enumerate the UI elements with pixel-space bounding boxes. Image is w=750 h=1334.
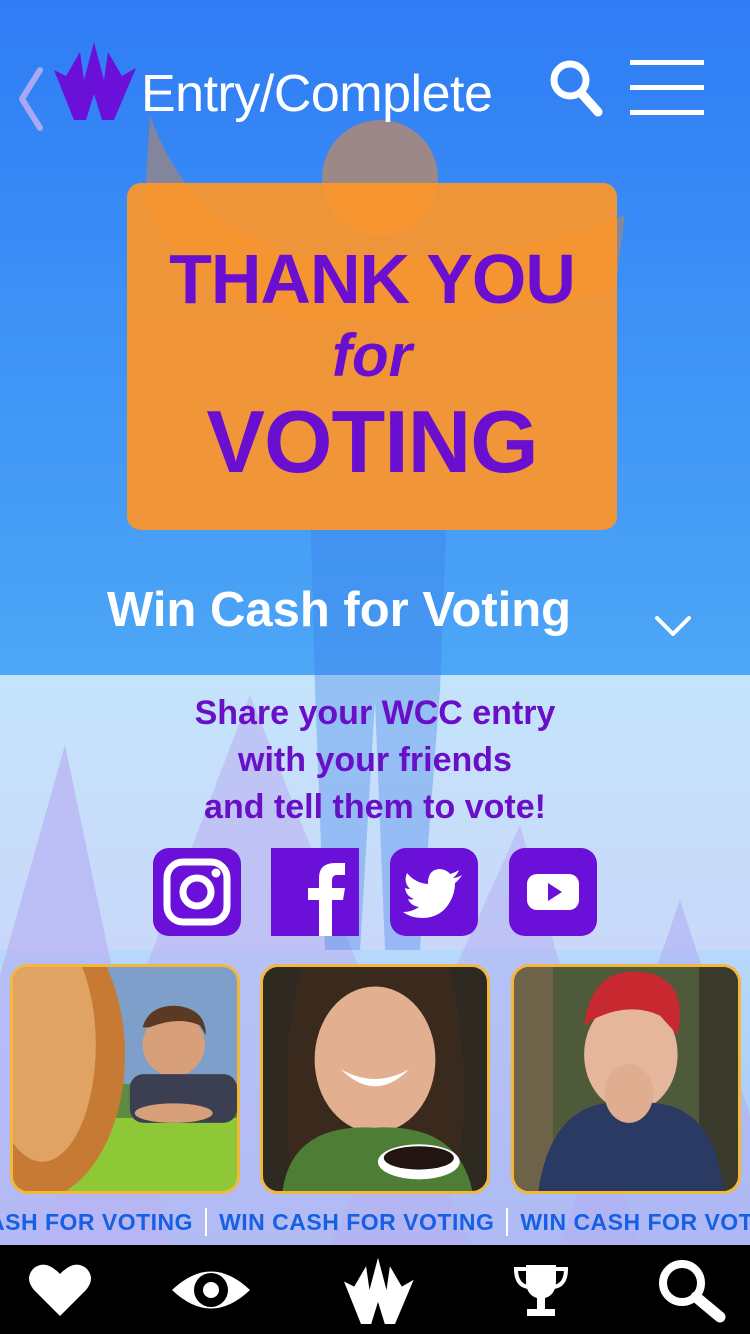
logo-icon: [344, 1257, 414, 1324]
nav-favorites[interactable]: [20, 1245, 100, 1334]
instagram-icon: [153, 848, 241, 936]
youtube-button[interactable]: [509, 848, 597, 936]
trophy-icon: [513, 1264, 569, 1316]
screen: Entry/Complete THANK YOU for VOTING Win …: [0, 0, 750, 1334]
twitter-button[interactable]: [390, 848, 478, 936]
ticker-divider: [205, 1208, 208, 1236]
facebook-button[interactable]: [271, 848, 359, 936]
youtube-icon: [509, 848, 597, 936]
share-text-line-3: and tell them to vote!: [204, 788, 546, 826]
for-text: for: [332, 322, 412, 389]
carousel-photo[interactable]: [511, 964, 741, 1194]
share-text-line-1: Share your WCC entry: [194, 694, 556, 732]
instagram-button[interactable]: [153, 848, 241, 936]
ticker-item: WIN CASH FOR VOTING: [219, 1209, 495, 1235]
page-title: Entry/Complete: [141, 65, 493, 123]
win-cash-ticker: ASH FOR VOTING WIN CASH FOR VOTING WIN CAS…: [0, 1208, 750, 1238]
bottom-navigation: [0, 1245, 750, 1334]
chevron-down-icon[interactable]: [655, 616, 691, 636]
girl-red-hat-photo: [514, 967, 738, 1191]
voting-text: VOTING: [206, 392, 538, 491]
search-icon: [659, 1259, 726, 1322]
nav-search[interactable]: [652, 1245, 732, 1334]
search-icon[interactable]: [548, 58, 604, 118]
win-cash-dropdown-label[interactable]: Win Cash for Voting: [107, 582, 571, 638]
back-chevron-icon[interactable]: [16, 66, 46, 132]
nav-home[interactable]: [336, 1245, 420, 1334]
thank-you-card: THANK YOU for VOTING: [127, 183, 617, 530]
nav-watch[interactable]: [168, 1245, 254, 1334]
ticker-divider: [506, 1208, 509, 1236]
twitter-icon: [390, 848, 478, 936]
thank-you-text: THANK YOU: [169, 240, 576, 318]
share-text-line-2: with your friends: [238, 741, 512, 779]
nav-leaderboard[interactable]: [506, 1245, 576, 1334]
hamburger-menu-icon[interactable]: [628, 58, 706, 118]
heart-icon: [29, 1264, 91, 1316]
facebook-icon: [271, 848, 359, 936]
carousel-photo[interactable]: [10, 964, 240, 1194]
ticker-item: ASH FOR VOTING: [0, 1209, 194, 1235]
carousel-photo[interactable]: [260, 964, 490, 1194]
donut-and-boy-photo: [13, 967, 237, 1191]
wcc-logo-icon[interactable]: [52, 40, 136, 120]
eye-icon: [172, 1271, 250, 1308]
woman-coffee-photo: [263, 967, 487, 1191]
ticker-item: WIN CASH FOR VOTING: [520, 1209, 750, 1235]
